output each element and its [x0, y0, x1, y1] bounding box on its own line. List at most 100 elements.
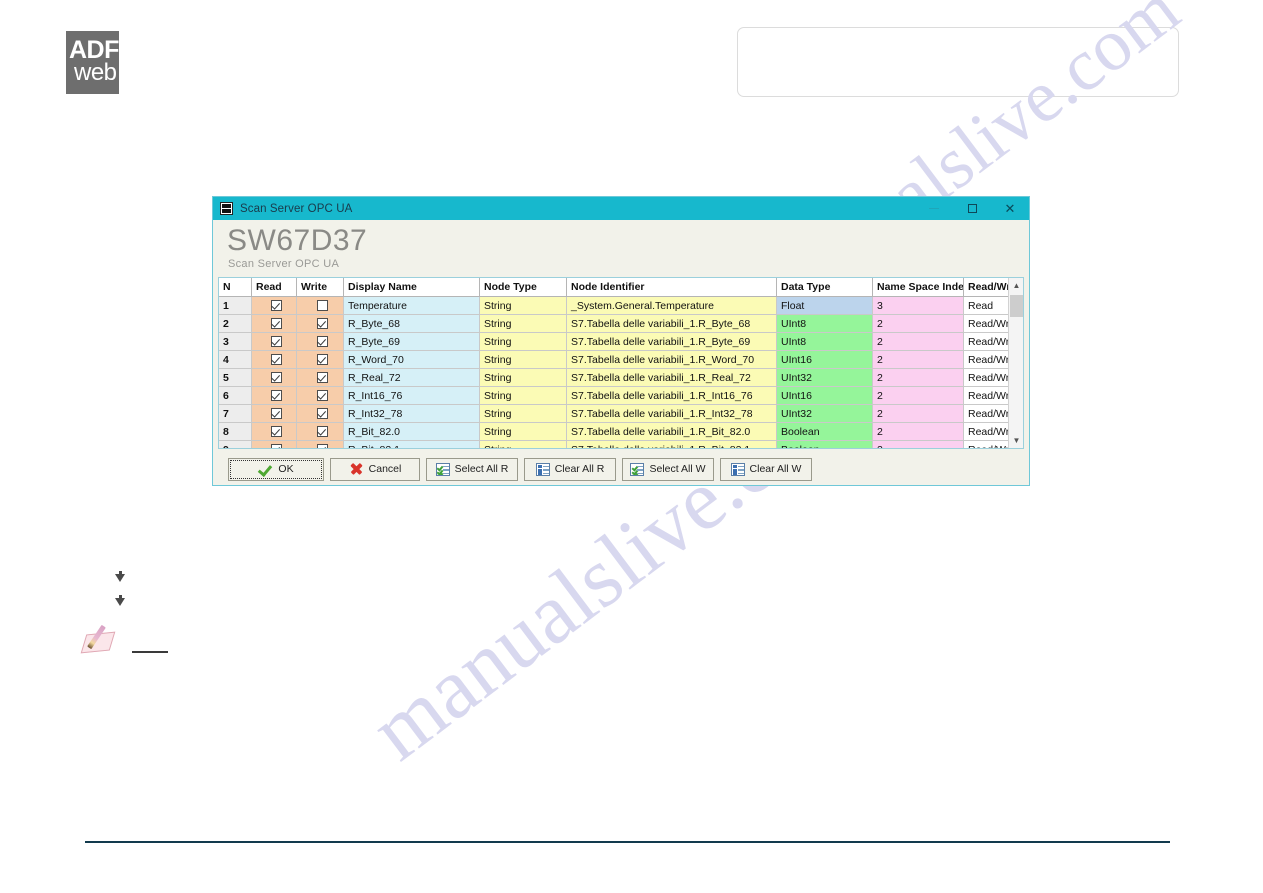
write-checkbox-cell[interactable]	[296, 332, 344, 351]
cell-read-write[interactable]: Read/Write	[963, 368, 1008, 387]
column-header-display-name[interactable]: Display Name	[343, 278, 480, 297]
table-row[interactable]: 8 R_Bit_82.0 String S7.Tabella delle variab…	[219, 422, 1008, 441]
checkbox-checked[interactable]	[270, 426, 282, 438]
table-row[interactable]: 2 R_Byte_68 String S7.Tabella delle variabi…	[219, 314, 1008, 333]
checkbox-checked[interactable]	[270, 408, 282, 420]
cell-node-type[interactable]: String	[479, 386, 567, 405]
cell-data-type[interactable]: UInt8	[776, 332, 873, 351]
cell-read-write[interactable]: Read	[963, 296, 1008, 315]
checkbox-checked[interactable]	[270, 318, 282, 330]
column-header-n[interactable]: N	[219, 278, 252, 297]
cell-display-name[interactable]: R_Byte_69	[343, 332, 480, 351]
cell-display-name[interactable]: R_Int16_76	[343, 386, 480, 405]
cell-name-space-index[interactable]: 2	[872, 332, 964, 351]
cell-node-type[interactable]: String	[479, 350, 567, 369]
cell-data-type[interactable]: UInt8	[776, 314, 873, 333]
scroll-down-icon[interactable]: ▼	[1009, 433, 1023, 448]
cell-data-type[interactable]: UInt32	[776, 404, 873, 423]
minimize-button[interactable]	[915, 197, 953, 220]
cell-node-type[interactable]: String	[479, 422, 567, 441]
checkbox-unchecked[interactable]	[316, 300, 328, 312]
column-header-node-identifier[interactable]: Node Identifier	[566, 278, 777, 297]
column-header-read[interactable]: Read	[251, 278, 297, 297]
read-checkbox-cell[interactable]	[251, 350, 297, 369]
cell-data-type[interactable]: Boolean	[776, 422, 873, 441]
checkbox-checked[interactable]	[316, 390, 328, 402]
select-all-r-button[interactable]: Select All R	[426, 457, 518, 481]
close-icon[interactable]: ✕	[991, 197, 1029, 220]
cell-node-type[interactable]: String	[479, 314, 567, 333]
cell-display-name[interactable]: R_Bit_82.1	[343, 440, 480, 448]
clear-all-w-button[interactable]: Clear All W	[720, 457, 812, 481]
table-row[interactable]: 7 R_Int32_78 String S7.Tabella delle variab…	[219, 404, 1008, 423]
cell-node-identifier[interactable]: S7.Tabella delle variabili_1.R_Byte_68	[566, 314, 777, 333]
scroll-up-icon[interactable]: ▲	[1009, 278, 1023, 293]
table-row[interactable]: 1 Temperature String _System.General.Temper…	[219, 296, 1008, 315]
cell-data-type[interactable]: UInt16	[776, 350, 873, 369]
ok-button[interactable]: OK	[228, 457, 324, 481]
column-header-name-space-index[interactable]: Name Space Index	[872, 278, 964, 297]
cell-node-identifier[interactable]: S7.Tabella delle variabili_1.R_Bit_82.1	[566, 440, 777, 448]
cell-display-name[interactable]: R_Byte_68	[343, 314, 480, 333]
cell-display-name[interactable]: R_Int32_78	[343, 404, 480, 423]
write-checkbox-cell[interactable]	[296, 404, 344, 423]
column-header-data-type[interactable]: Data Type	[776, 278, 873, 297]
checkbox-checked[interactable]	[316, 336, 328, 348]
cell-data-type[interactable]: Boolean	[776, 440, 873, 448]
cell-data-type[interactable]: Float	[776, 296, 873, 315]
checkbox-checked[interactable]	[270, 390, 282, 402]
write-checkbox-cell[interactable]	[296, 296, 344, 315]
checkbox-checked[interactable]	[316, 444, 328, 448]
table-row[interactable]: 4 R_Word_70 String S7.Tabella delle variabi…	[219, 350, 1008, 369]
cell-name-space-index[interactable]: 2	[872, 314, 964, 333]
dialog-titlebar[interactable]: Scan Server OPC UA ✕	[213, 197, 1029, 220]
cancel-button[interactable]: Cancel	[330, 457, 420, 481]
read-checkbox-cell[interactable]	[251, 368, 297, 387]
cell-node-identifier[interactable]: S7.Tabella delle variabili_1.R_Int16_76	[566, 386, 777, 405]
write-checkbox-cell[interactable]	[296, 314, 344, 333]
checkbox-checked[interactable]	[316, 318, 328, 330]
read-checkbox-cell[interactable]	[251, 422, 297, 441]
cell-node-identifier[interactable]: S7.Tabella delle variabili_1.R_Real_72	[566, 368, 777, 387]
cell-node-identifier[interactable]: S7.Tabella delle variabili_1.R_Byte_69	[566, 332, 777, 351]
cell-read-write[interactable]: Read/Write	[963, 440, 1008, 448]
read-checkbox-cell[interactable]	[251, 440, 297, 448]
checkbox-checked[interactable]	[270, 444, 282, 448]
cell-name-space-index[interactable]: 2	[872, 404, 964, 423]
checkbox-checked[interactable]	[316, 372, 328, 384]
cell-name-space-index[interactable]: 2	[872, 386, 964, 405]
checkbox-checked[interactable]	[316, 408, 328, 420]
cell-name-space-index[interactable]: 2	[872, 422, 964, 441]
read-checkbox-cell[interactable]	[251, 386, 297, 405]
cell-display-name[interactable]: R_Word_70	[343, 350, 480, 369]
table-row[interactable]: 6 R_Int16_76 String S7.Tabella delle variab…	[219, 386, 1008, 405]
cell-node-identifier[interactable]: _System.General.Temperature	[566, 296, 777, 315]
read-checkbox-cell[interactable]	[251, 404, 297, 423]
cell-node-type[interactable]: String	[479, 332, 567, 351]
grid-vertical-scrollbar[interactable]: ▲ ▼	[1008, 278, 1023, 448]
read-checkbox-cell[interactable]	[251, 332, 297, 351]
scrollbar-thumb[interactable]	[1010, 295, 1023, 317]
cell-name-space-index[interactable]: 3	[872, 296, 964, 315]
maximize-button[interactable]	[953, 197, 991, 220]
checkbox-checked[interactable]	[316, 354, 328, 366]
write-checkbox-cell[interactable]	[296, 386, 344, 405]
table-row[interactable]: 9 R_Bit_82.1StringS7.Tabella delle variab…	[219, 440, 1008, 448]
cell-node-identifier[interactable]: S7.Tabella delle variabili_1.R_Int32_78	[566, 404, 777, 423]
cell-read-write[interactable]: Read/Write	[963, 404, 1008, 423]
cell-node-identifier[interactable]: S7.Tabella delle variabili_1.R_Bit_82.0	[566, 422, 777, 441]
checkbox-checked[interactable]	[270, 372, 282, 384]
checkbox-checked[interactable]	[270, 354, 282, 366]
write-checkbox-cell[interactable]	[296, 350, 344, 369]
cell-display-name[interactable]: Temperature	[343, 296, 480, 315]
cell-data-type[interactable]: UInt16	[776, 386, 873, 405]
checkbox-checked[interactable]	[270, 336, 282, 348]
cell-read-write[interactable]: Read/Write	[963, 386, 1008, 405]
cell-name-space-index[interactable]: 2	[872, 350, 964, 369]
clear-all-r-button[interactable]: Clear All R	[524, 457, 616, 481]
cell-read-write[interactable]: Read/Write	[963, 350, 1008, 369]
cell-name-space-index[interactable]: 2	[872, 368, 964, 387]
write-checkbox-cell[interactable]	[296, 368, 344, 387]
checkbox-checked[interactable]	[270, 300, 282, 312]
select-all-w-button[interactable]: Select All W	[622, 457, 714, 481]
